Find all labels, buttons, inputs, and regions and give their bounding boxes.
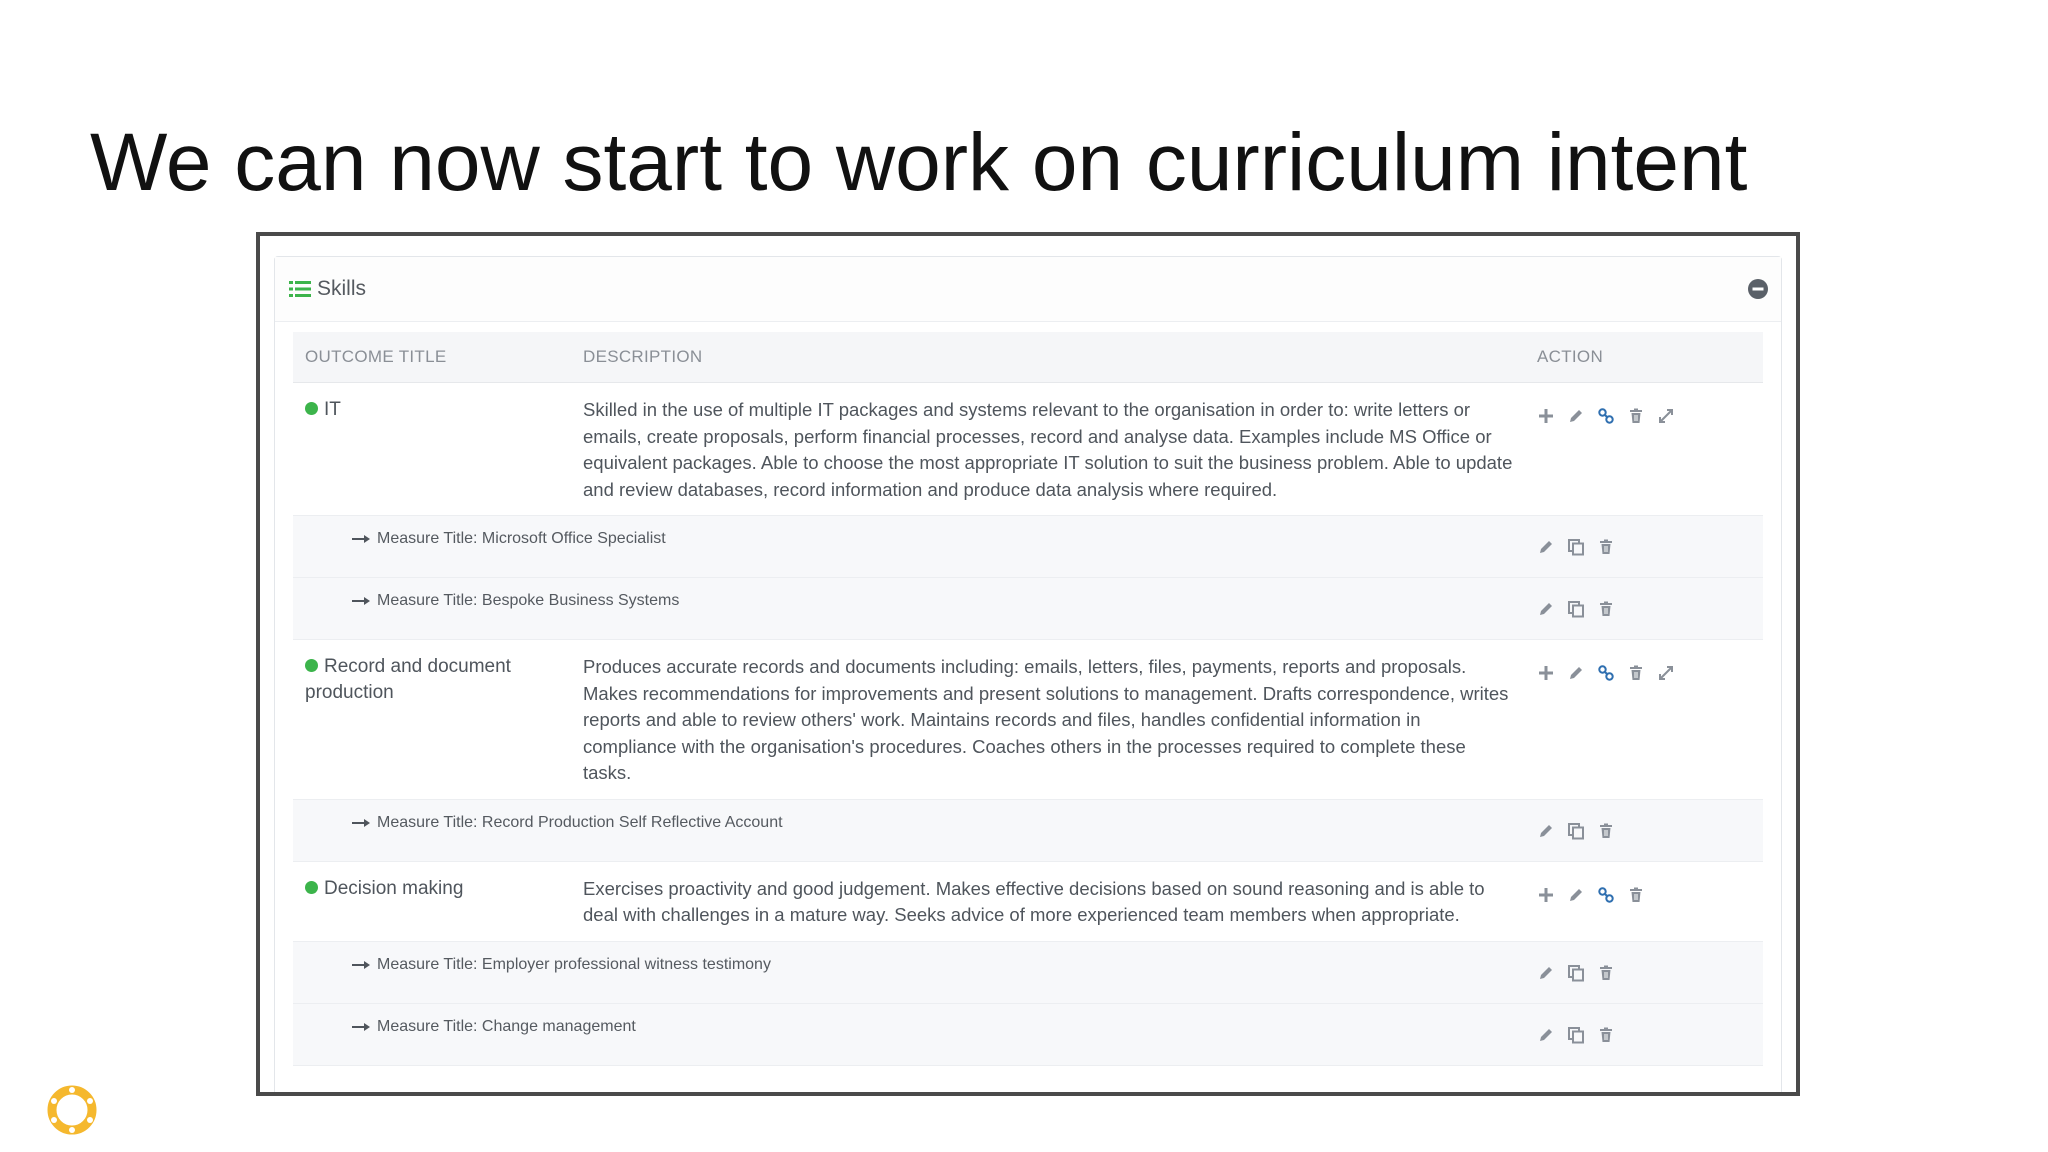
trash-icon[interactable] (1597, 600, 1615, 618)
copy-icon[interactable] (1567, 538, 1585, 556)
plus-icon[interactable] (1537, 886, 1555, 904)
outcome-description: Produces accurate records and documents … (583, 656, 1509, 783)
outcome-actions (1537, 654, 1763, 682)
pencil-icon[interactable] (1537, 538, 1555, 556)
screenshot-frame: Skills OUTCOME TITLE DESCRIPTION ACTION … (256, 232, 1800, 1096)
arrow-right-icon (352, 818, 370, 827)
pencil-icon[interactable] (1567, 886, 1585, 904)
skills-table: OUTCOME TITLE DESCRIPTION ACTION IT Skil… (293, 332, 1763, 1066)
minus-circle-icon[interactable] (1747, 278, 1769, 300)
panel-header: Skills (275, 257, 1781, 322)
trash-icon[interactable] (1597, 964, 1615, 982)
trash-icon[interactable] (1627, 664, 1645, 682)
header-outcome-title: OUTCOME TITLE (305, 347, 447, 366)
copy-icon[interactable] (1567, 1026, 1585, 1044)
copy-icon[interactable] (1567, 822, 1585, 840)
table-row-measure: Measure Title: Bespoke Business Systems (293, 578, 1763, 640)
status-dot (305, 659, 318, 672)
pencil-icon[interactable] (1537, 600, 1555, 618)
trash-icon[interactable] (1627, 886, 1645, 904)
pencil-icon[interactable] (1567, 664, 1585, 682)
link-icon[interactable] (1597, 407, 1615, 425)
measure-title: Measure Title: Bespoke Business Systems (377, 592, 680, 609)
link-icon[interactable] (1597, 664, 1615, 682)
table-row-measure: Measure Title: Change management (293, 1003, 1763, 1066)
trash-icon[interactable] (1627, 407, 1645, 425)
measure-title: Measure Title: Employer professional wit… (377, 955, 771, 973)
pencil-icon[interactable] (1567, 407, 1585, 425)
measure-title: Measure Title: Change management (377, 1017, 636, 1035)
expand-icon[interactable] (1657, 407, 1675, 425)
header-description: DESCRIPTION (583, 347, 703, 366)
measure-actions (1537, 516, 1763, 556)
pencil-icon[interactable] (1537, 822, 1555, 840)
arrow-right-icon (352, 1022, 370, 1031)
arrow-right-icon (352, 960, 370, 969)
table-row-measure: Measure Title: Employer professional wit… (293, 941, 1763, 1004)
measure-actions (1537, 578, 1763, 618)
table-body: IT Skilled in the use of multiple IT pac… (293, 383, 1763, 1066)
table-row-outcome: IT Skilled in the use of multiple IT pac… (293, 383, 1763, 516)
skills-panel: Skills OUTCOME TITLE DESCRIPTION ACTION … (274, 256, 1782, 1092)
trash-icon[interactable] (1597, 822, 1615, 840)
table-row-outcome: Decision making Exercises proactivity an… (293, 861, 1763, 942)
table-header: OUTCOME TITLE DESCRIPTION ACTION (293, 332, 1763, 383)
status-dot (305, 880, 318, 894)
logo-ring-icon (47, 1085, 97, 1135)
copy-icon[interactable] (1567, 600, 1585, 618)
outcome-actions (1537, 876, 1763, 904)
plus-icon[interactable] (1537, 407, 1555, 425)
table-row-measure: Measure Title: Record Production Self Re… (293, 799, 1763, 862)
measure-actions (1537, 942, 1763, 982)
outcome-title: Record and document production (305, 656, 511, 703)
outcome-actions (1537, 397, 1763, 425)
expand-icon[interactable] (1657, 664, 1675, 682)
measure-title: Measure Title: Record Production Self Re… (377, 813, 783, 831)
measure-title: Measure Title: Microsoft Office Speciali… (377, 530, 666, 547)
trash-icon[interactable] (1597, 1026, 1615, 1044)
link-icon[interactable] (1597, 886, 1615, 904)
list-icon (289, 281, 311, 297)
table-row-measure: Measure Title: Microsoft Office Speciali… (293, 516, 1763, 578)
outcome-title: IT (324, 399, 341, 420)
table-row-outcome: Record and document production Produces … (293, 640, 1763, 800)
outcome-description: Skilled in the use of multiple IT packag… (583, 399, 1513, 500)
arrow-right-icon (352, 597, 370, 605)
slide-title: We can now start to work on curriculum i… (90, 117, 1748, 208)
header-action: ACTION (1537, 347, 1604, 366)
outcome-description: Exercises proactivity and good judgement… (583, 877, 1485, 926)
measure-actions (1537, 800, 1763, 840)
outcome-title: Decision making (324, 877, 464, 899)
pencil-icon[interactable] (1537, 964, 1555, 982)
copy-icon[interactable] (1567, 964, 1585, 982)
plus-icon[interactable] (1537, 664, 1555, 682)
measure-actions (1537, 1004, 1763, 1044)
status-dot (305, 402, 318, 415)
pencil-icon[interactable] (1537, 1026, 1555, 1044)
trash-icon[interactable] (1597, 538, 1615, 556)
arrow-right-icon (352, 535, 370, 543)
panel-title: Skills (317, 277, 367, 300)
